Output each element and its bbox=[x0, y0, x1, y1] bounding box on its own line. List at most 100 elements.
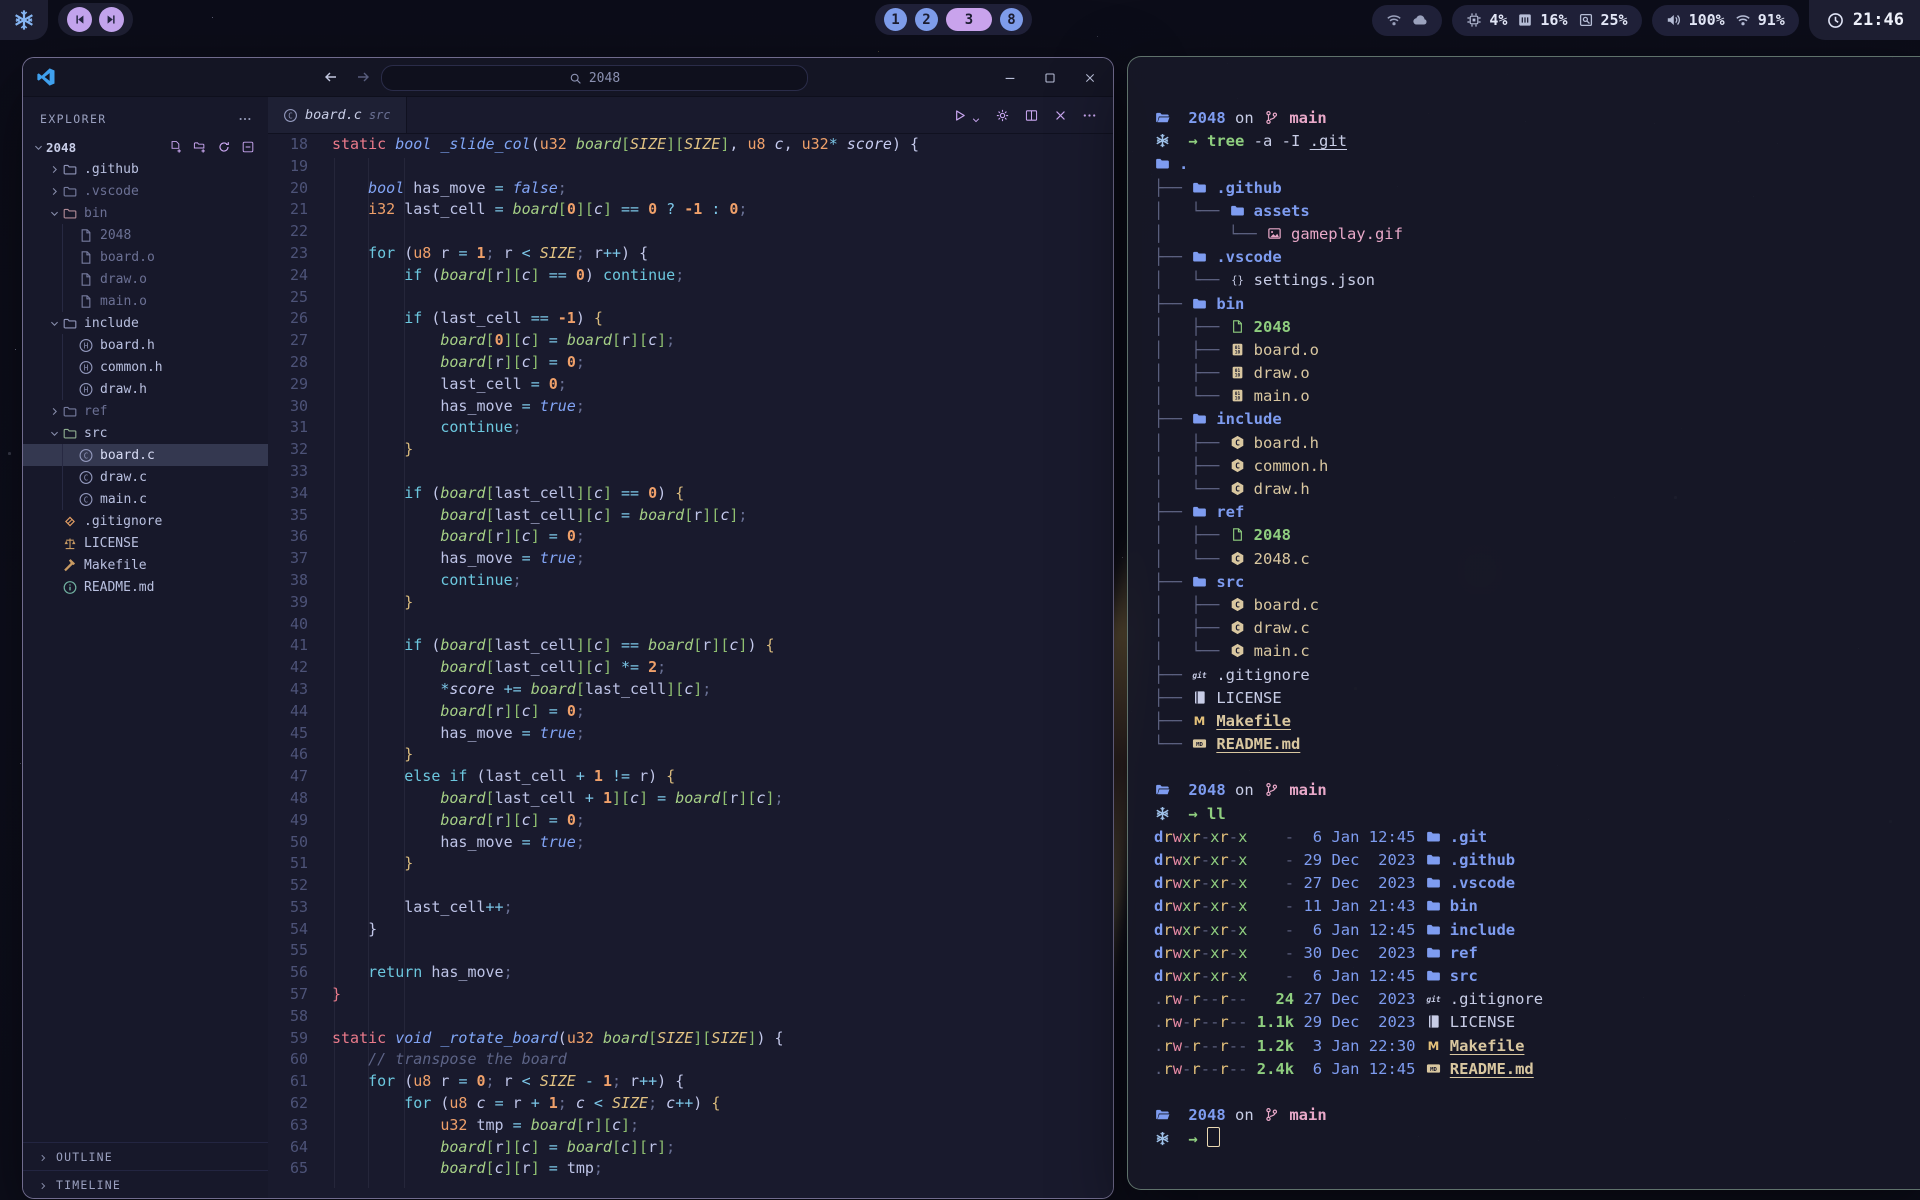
explorer-title: EXPLORER bbox=[40, 112, 107, 126]
new-folder-button[interactable] bbox=[193, 140, 207, 154]
explorer-item-board.o[interactable]: board.o bbox=[23, 246, 268, 268]
back-button[interactable] bbox=[323, 69, 339, 85]
line-number: 44 bbox=[268, 701, 308, 723]
explorer-item-draw.c[interactable]: Cdraw.c bbox=[23, 466, 268, 488]
folder-icon bbox=[1425, 967, 1442, 982]
explorer-item-.github[interactable]: .github bbox=[23, 158, 268, 180]
dots-action-icon[interactable] bbox=[1082, 108, 1097, 123]
spacer bbox=[63, 362, 78, 373]
vscode-titlebar[interactable]: 2048 bbox=[23, 58, 1113, 97]
explorer-item-board.c[interactable]: Cboard.c bbox=[23, 444, 268, 466]
svg-text:MD: MD bbox=[1196, 742, 1203, 748]
explorer-sidebar: EXPLORER 2048.github.vscodebin2048board.… bbox=[23, 97, 268, 1198]
folder-icon bbox=[1154, 155, 1171, 170]
explorer-item-draw.h[interactable]: Hdraw.h bbox=[23, 378, 268, 400]
item-label: 2048 bbox=[46, 140, 76, 155]
explorer-item-2048[interactable]: 2048 bbox=[23, 224, 268, 246]
code-line: 24 if (board[r][c] == 0) continue; bbox=[268, 265, 1113, 287]
explorer-item-common.h[interactable]: Hcommon.h bbox=[23, 356, 268, 378]
new-file-button[interactable] bbox=[169, 140, 183, 154]
clock: 21:46 bbox=[1809, 0, 1920, 40]
system-stats: 4%16%25% bbox=[1452, 5, 1641, 36]
line-number: 18 bbox=[268, 134, 308, 156]
maximize-button[interactable] bbox=[1043, 70, 1057, 84]
code-line: 22 bbox=[268, 221, 1113, 243]
explorer-item-2048[interactable]: 2048 bbox=[23, 136, 268, 158]
workspace-8[interactable]: 8 bbox=[1000, 8, 1023, 31]
close-x-action-icon[interactable] bbox=[1053, 108, 1068, 123]
status-modules: 4%16%25% 100%91% 21:46 bbox=[1372, 0, 1920, 40]
c-circle-icon: C bbox=[78, 492, 94, 507]
line-number: 60 bbox=[268, 1049, 308, 1071]
explorer-item-main.o[interactable]: main.o bbox=[23, 290, 268, 312]
c-circle-icon: C bbox=[78, 448, 94, 463]
folder-icon bbox=[1425, 897, 1442, 912]
explorer-item-src[interactable]: src bbox=[23, 422, 268, 444]
collapse-button[interactable] bbox=[241, 140, 255, 154]
explorer-item-.vscode[interactable]: .vscode bbox=[23, 180, 268, 202]
explorer-item-main.c[interactable]: Cmain.c bbox=[23, 488, 268, 510]
explorer-item-bin[interactable]: bin bbox=[23, 202, 268, 224]
spacer bbox=[63, 230, 78, 241]
explorer-item-draw.o[interactable]: draw.o bbox=[23, 268, 268, 290]
terminal-command: → ll bbox=[1154, 803, 1920, 826]
item-label: draw.o bbox=[100, 272, 147, 287]
media-prev-button[interactable] bbox=[67, 7, 92, 32]
explorer-item-.gitignore[interactable]: .gitignore bbox=[23, 510, 268, 532]
folder-o-icon bbox=[62, 316, 78, 331]
refresh-button[interactable] bbox=[217, 140, 231, 154]
workspace-2[interactable]: 2 bbox=[915, 8, 938, 31]
code-line: 35 board[last_cell][c] = board[r][c]; bbox=[268, 505, 1113, 527]
window-controls bbox=[1003, 58, 1097, 96]
folder-icon bbox=[1425, 828, 1442, 843]
chev-down-action-icon[interactable] bbox=[971, 110, 981, 120]
star bbox=[8, 452, 11, 455]
indent-guide bbox=[62, 378, 63, 400]
h-circle-icon: H bbox=[78, 382, 94, 397]
stat-speaker-value: 100% bbox=[1689, 11, 1725, 29]
tree-row: │ ├── 0110board.o bbox=[1154, 339, 1920, 362]
workspace-3[interactable]: 3 bbox=[946, 8, 992, 31]
explorer-item-include[interactable]: include bbox=[23, 312, 268, 334]
indent-guide bbox=[62, 268, 63, 290]
split-action-icon[interactable] bbox=[1024, 108, 1039, 123]
explorer-item-board.h[interactable]: Hboard.h bbox=[23, 334, 268, 356]
snowflake-icon bbox=[13, 9, 35, 31]
item-label: main.c bbox=[100, 492, 147, 507]
git-word-icon: git bbox=[1425, 990, 1442, 1005]
minimize-button[interactable] bbox=[1003, 70, 1017, 84]
svg-text:C: C bbox=[1235, 461, 1240, 470]
play-action-icon[interactable] bbox=[952, 108, 967, 123]
binary-icon: 0110 bbox=[1229, 364, 1246, 379]
explorer-item-README.md[interactable]: README.md bbox=[23, 576, 268, 598]
c-file-icon: C bbox=[283, 108, 298, 123]
tree-row: │ └── {}settings.json bbox=[1154, 269, 1920, 292]
line-number: 29 bbox=[268, 374, 308, 396]
tab-board.c[interactable]: C board.c src bbox=[268, 97, 407, 133]
explorer-item-LICENSE[interactable]: LICENSE bbox=[23, 532, 268, 554]
explorer-menu-icon[interactable] bbox=[238, 112, 252, 126]
chev-down-icon bbox=[47, 208, 62, 219]
close-button[interactable] bbox=[1083, 70, 1097, 84]
nixos-menu-button[interactable] bbox=[0, 0, 48, 40]
gear-action-icon[interactable] bbox=[995, 108, 1010, 123]
workspace-1[interactable]: 1 bbox=[884, 8, 907, 31]
chev-down-icon bbox=[47, 428, 62, 439]
forward-button[interactable] bbox=[355, 69, 371, 85]
panel-timeline[interactable]: TIMELINE bbox=[23, 1170, 268, 1198]
tree-row: │ └── Cmain.c bbox=[1154, 640, 1920, 663]
explorer-item-ref[interactable]: ref bbox=[23, 400, 268, 422]
line-number: 27 bbox=[268, 330, 308, 352]
code-editor[interactable]: 18static bool _slide_col(u32 board[SIZE]… bbox=[268, 134, 1113, 1198]
line-number: 38 bbox=[268, 570, 308, 592]
media-next-button[interactable] bbox=[99, 7, 124, 32]
h-circle-icon: H bbox=[78, 338, 94, 353]
line-number: 28 bbox=[268, 352, 308, 374]
item-label: .vscode bbox=[84, 184, 139, 199]
command-center-search[interactable]: 2048 bbox=[381, 65, 808, 91]
panel-outline[interactable]: OUTLINE bbox=[23, 1142, 268, 1170]
disk-icon bbox=[1578, 12, 1594, 28]
tree-row: │ ├── Cboard.c bbox=[1154, 594, 1920, 617]
terminal-window[interactable]: 2048 on main → tree -a -I .git.├── .gith… bbox=[1127, 56, 1920, 1190]
explorer-item-Makefile[interactable]: Makefile bbox=[23, 554, 268, 576]
